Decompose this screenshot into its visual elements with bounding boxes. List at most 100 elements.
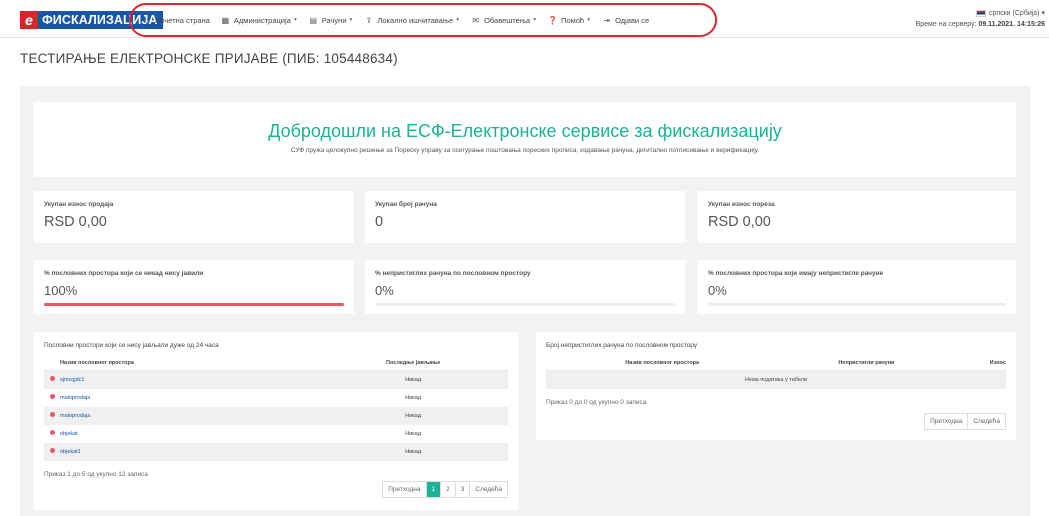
pager-page-1[interactable]: 1 [425, 482, 441, 497]
panel-title: Пословни простори који се нису јављали д… [44, 342, 219, 349]
status-dot-icon [49, 394, 55, 399]
stat-value: RSD 0,00 [708, 214, 771, 230]
location-name-link[interactable]: maloprodaja [60, 406, 319, 425]
envelope-icon: ✉ [472, 15, 479, 25]
pager-prev[interactable]: Претходна [383, 482, 425, 497]
status-dot-cell [44, 406, 60, 425]
nav-item-4[interactable]: ✉ Обавештења ▼ [471, 16, 548, 25]
stat-total-sales: Укупан износ продаја RSD 0,00 [34, 191, 354, 243]
logout-icon: ⇥ [603, 15, 610, 25]
pager-next[interactable]: Следећа [469, 482, 507, 497]
question-icon: ❓ [547, 15, 558, 25]
nav-item-3[interactable]: ⇪ Локално ишчитавање ▼ [364, 16, 471, 25]
pct-never-reported: % пословних простора који се никад нису … [34, 260, 354, 314]
status-dot-icon [49, 448, 55, 453]
fiscal-logo-icon: е [20, 11, 38, 29]
nav-item-6[interactable]: ⇥ Одјави се [602, 16, 660, 25]
pct-label: % пословних простора који имају непристи… [708, 270, 884, 277]
empty-table-message: Нема података у табели [546, 370, 1006, 389]
location-name-link[interactable]: objekat1 [60, 442, 319, 461]
chevron-down-icon: ▼ [586, 17, 592, 23]
last-report-cell: Никад [405, 394, 422, 401]
server-time: Време на серверу: 09.11.2021. 14:15:26 [916, 19, 1045, 30]
table-row: objekat1 Никад [44, 442, 508, 461]
last-report-cell: Никад [318, 442, 508, 461]
nav-item-label: Администрација [233, 15, 291, 25]
missing-invoices-panel: Број непристиглих рачуна по пословном пр… [536, 332, 1016, 440]
chevron-down-icon: ▼ [532, 17, 538, 23]
table-row: maloprodaja Никад [44, 389, 508, 407]
pct-value: 100% [44, 283, 78, 298]
serbia-flag-icon [975, 9, 986, 17]
pagination: Претходна 1 2 3 Следећа [382, 481, 508, 498]
status-dot-cell [44, 425, 60, 443]
last-report-cell: Никад [318, 370, 508, 389]
welcome-subtitle: СУФ пружа целокупно решење за Пореску уп… [290, 147, 760, 154]
nav-item-label: Локално ишчитавање [377, 15, 454, 25]
chevron-down-icon: ▼ [455, 17, 461, 23]
stat-label: Укупан број рачуна [375, 201, 437, 208]
pct-value: 0% [708, 283, 727, 298]
top-right-info: српски (Србија) ▾ Време на серверу: 09.1… [916, 8, 1045, 30]
pct-missing-invoices: % непристиглих рачуна по пословном прост… [365, 260, 685, 314]
pct-label: % непристиглих рачуна по пословном прост… [375, 270, 531, 277]
col-header[interactable]: Износ [954, 357, 1006, 371]
chevron-down-icon: ▼ [348, 17, 354, 23]
col-header[interactable]: Назив пословног простора [60, 357, 319, 371]
nav-item-label: Рачуни [321, 15, 347, 25]
grid-icon: ▦ [221, 15, 230, 25]
upload-icon: ⇪ [365, 15, 373, 25]
status-dot-icon [49, 376, 55, 382]
col-header[interactable] [44, 357, 60, 371]
pager-next[interactable]: Следећа [967, 414, 1005, 429]
progress-bar [375, 303, 675, 306]
col-header[interactable]: Непристигли рачуни [778, 357, 955, 371]
pagination: Претходна Следећа [924, 413, 1006, 430]
missing-invoices-table: Назив пословног простора Непристигли рач… [546, 357, 1006, 389]
last-report-cell: Никад [405, 430, 422, 437]
progress-bar [708, 303, 1006, 306]
col-header[interactable]: Назив пословног простора [546, 357, 779, 371]
nav-item-0[interactable]: ⌂ Почетна страна [142, 16, 221, 25]
pager-page-2[interactable]: 2 [440, 482, 455, 497]
table-info: Приказ 0 до 0 од укупно 0 записа [546, 398, 647, 406]
stat-label: Укупан износ продаја [44, 201, 114, 208]
chevron-down-icon: ▾ [1041, 10, 1045, 17]
language-label: српски (Србија) [988, 10, 1040, 17]
nav-item-5[interactable]: ❓ Помоћ ▼ [548, 16, 602, 25]
status-dot-cell [44, 389, 60, 407]
nav-item-1[interactable]: ▦ Администрација ▼ [221, 16, 309, 25]
status-dot-cell [44, 442, 60, 461]
list-icon: ▤ [309, 15, 318, 25]
location-name-link[interactable]: objekat [60, 425, 318, 443]
nav-item-label: Одјави се [615, 15, 650, 25]
progress-fill [44, 303, 344, 306]
top-navbar: е ФИСКАЛИЗАЦИЈА ⌂ Почетна страна ▦ Админист… [0, 0, 1049, 38]
col-header[interactable]: Последње јављање [318, 357, 508, 371]
pct-label: % пословних простора који се никад нису … [44, 270, 204, 277]
chevron-down-icon: ▼ [292, 17, 298, 23]
pct-with-missing: % пословних простора који имају непристи… [698, 260, 1016, 314]
main-menu: ⌂ Почетна страна ▦ Администрација ▼ ▤ Рачуни ▼ ⇪… [142, 11, 660, 29]
stat-total-invoices: Укупан број рачуна 0 [365, 191, 685, 243]
table-row: sjmcqjdc1 Никад [44, 370, 508, 389]
status-dot-icon [49, 430, 55, 435]
inactive-locations-panel: Пословни простори који се нису јављали д… [34, 332, 518, 510]
location-name-link[interactable]: maloprodaja [60, 389, 318, 407]
progress-bar [44, 303, 344, 306]
nav-item-label: Почетна страна [155, 15, 210, 25]
pager-prev[interactable]: Претходна [925, 414, 967, 429]
panel-title: Број непристиглих рачуна по пословном пр… [546, 342, 698, 349]
last-report-cell: Никад [318, 406, 508, 425]
pager-page-3[interactable]: 3 [454, 482, 470, 497]
table-info: Приказ 1 до 5 од укупно 12 записа [44, 470, 148, 478]
location-name-link[interactable]: sjmcqjdc1 [60, 370, 319, 389]
status-dot-cell [44, 370, 60, 389]
status-dot-icon [49, 412, 55, 417]
stat-label: Укупан износ пореза [708, 201, 775, 208]
nav-item-2[interactable]: ▤ Рачуни ▼ [309, 16, 365, 25]
dashboard-content: Добродошли на ЕСФ-Електронске сервисе за… [20, 86, 1030, 516]
welcome-title: Добродошли на ЕСФ-Електронске сервисе за… [268, 121, 782, 141]
language-selector[interactable]: српски (Србија) ▾ [916, 8, 1045, 19]
nav-item-label: Обавештења [484, 15, 531, 25]
